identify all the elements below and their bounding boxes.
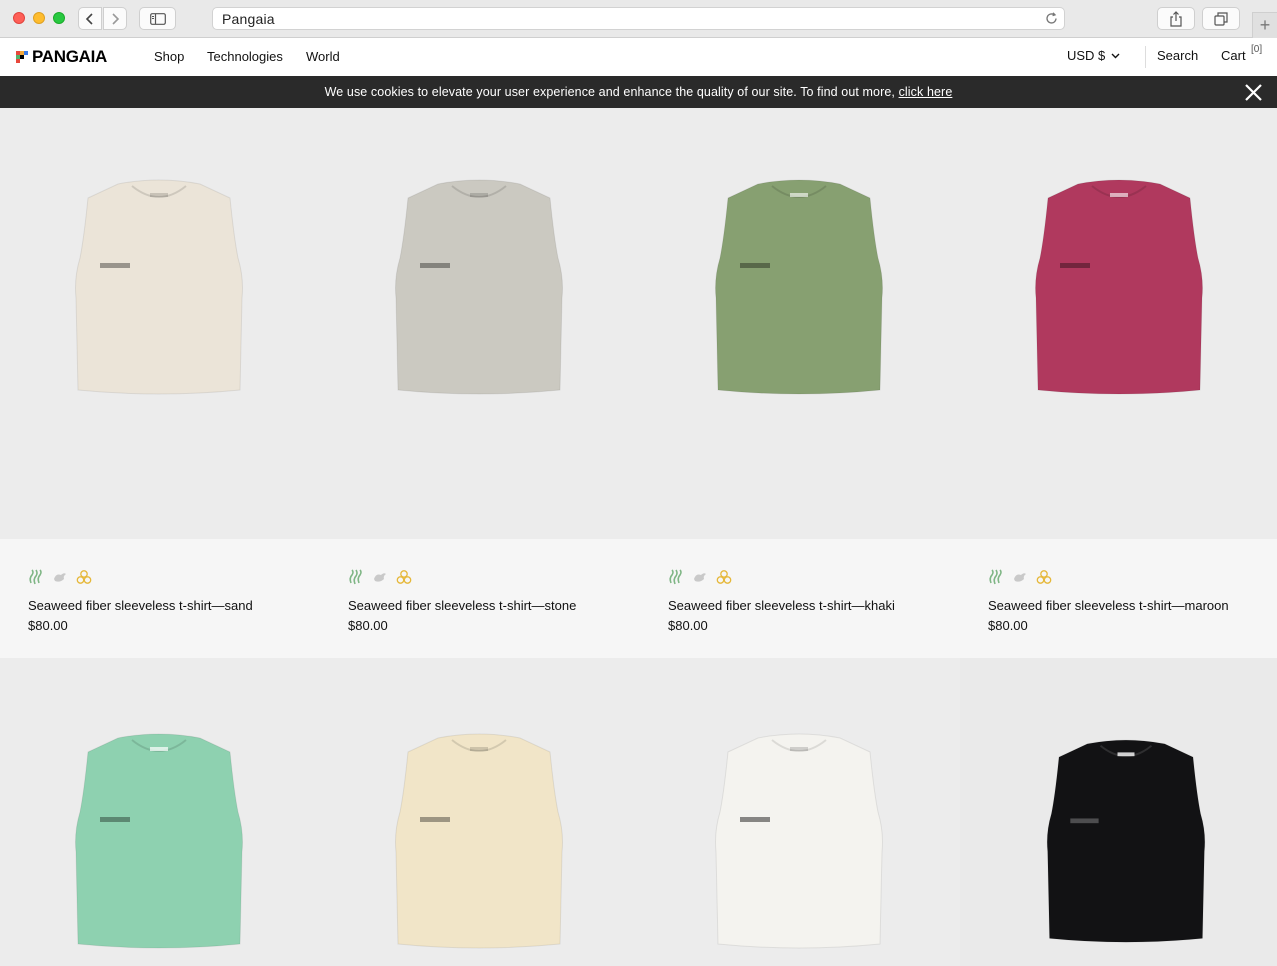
bird-icon	[694, 573, 706, 582]
product-image[interactable]	[320, 108, 640, 539]
product-image[interactable]	[0, 658, 320, 966]
tshirt-image	[75, 179, 243, 395]
logo-mark-icon	[16, 51, 28, 63]
nav-shop[interactable]: Shop	[154, 49, 184, 64]
bird-icon	[1014, 573, 1026, 582]
cookie-text: We use cookies to elevate your user expe…	[324, 85, 899, 99]
search-link[interactable]: Search	[1157, 48, 1198, 63]
product-price: $80.00	[988, 618, 1028, 633]
product-grid-row-1: Seaweed fiber sleeveless t-shirt—sand $8…	[0, 108, 1277, 658]
cart-count: [0]	[1251, 44, 1263, 55]
chevron-down-icon	[1111, 53, 1120, 58]
product-image[interactable]	[320, 658, 640, 966]
tshirt-image	[715, 179, 883, 395]
material-badges	[348, 569, 412, 585]
product-info: Seaweed fiber sleeveless t-shirt—stone $…	[320, 539, 640, 658]
tab-overview-button[interactable]	[1202, 7, 1240, 30]
seaweed-icon	[29, 569, 42, 585]
cookie-banner: We use cookies to elevate your user expe…	[0, 76, 1277, 108]
close-window-button[interactable]	[13, 12, 25, 24]
product-grid-row-2	[0, 658, 1277, 966]
molecule-icon	[1036, 570, 1052, 584]
plus-icon: +	[1259, 15, 1271, 35]
molecule-icon	[716, 570, 732, 584]
back-button[interactable]	[78, 7, 102, 30]
chevron-right-icon	[112, 12, 120, 25]
seaweed-icon	[669, 569, 682, 585]
product-name[interactable]: Seaweed fiber sleeveless t-shirt—maroon	[988, 598, 1229, 613]
tshirt-image	[1035, 179, 1203, 395]
currency-selector[interactable]: USD $	[1067, 48, 1120, 63]
seaweed-icon	[349, 569, 362, 585]
product-image[interactable]	[640, 658, 960, 966]
nav-world[interactable]: World	[306, 49, 340, 64]
bird-icon	[54, 573, 66, 582]
product-image[interactable]	[960, 658, 1277, 966]
product-info: Seaweed fiber sleeveless t-shirt—khaki $…	[640, 539, 960, 658]
new-tab-button[interactable]: +	[1252, 12, 1277, 38]
tabs-icon	[1214, 11, 1228, 26]
cookie-link[interactable]: click here	[899, 85, 953, 99]
tshirt-image	[1046, 739, 1206, 943]
close-icon[interactable]	[1244, 83, 1263, 102]
forward-button[interactable]	[103, 7, 127, 30]
bird-icon	[374, 573, 386, 582]
molecule-icon	[396, 570, 412, 584]
material-badges	[988, 569, 1052, 585]
minimize-window-button[interactable]	[33, 12, 45, 24]
tshirt-image	[395, 733, 563, 949]
share-button[interactable]	[1157, 7, 1195, 30]
product-name[interactable]: Seaweed fiber sleeveless t-shirt—sand	[28, 598, 253, 613]
product-info: Seaweed fiber sleeveless t-shirt—sand $8…	[0, 539, 320, 658]
product-info: Seaweed fiber sleeveless t-shirt—maroon …	[960, 539, 1277, 658]
sidebar-icon	[149, 12, 166, 25]
product-image[interactable]	[960, 108, 1277, 539]
logo[interactable]: PANGAIA	[16, 47, 107, 67]
reload-icon[interactable]	[1044, 11, 1059, 26]
zoom-window-button[interactable]	[53, 12, 65, 24]
tshirt-image	[75, 733, 243, 949]
tshirt-image	[395, 179, 563, 395]
cart-link[interactable]: Cart	[1221, 48, 1246, 63]
cookie-message: We use cookies to elevate your user expe…	[0, 85, 1277, 99]
share-icon	[1170, 10, 1182, 27]
product-price: $80.00	[348, 618, 388, 633]
molecule-icon	[76, 570, 92, 584]
address-bar[interactable]: Pangaia	[212, 7, 1065, 30]
material-badges	[28, 569, 92, 585]
tshirt-image	[715, 733, 883, 949]
product-name[interactable]: Seaweed fiber sleeveless t-shirt—khaki	[668, 598, 895, 613]
sidebar-toggle-button[interactable]	[139, 7, 176, 30]
product-price: $80.00	[668, 618, 708, 633]
material-badges	[668, 569, 732, 585]
browser-toolbar: Pangaia +	[0, 0, 1277, 38]
seaweed-icon	[989, 569, 1002, 585]
logo-text: PANGAIA	[32, 47, 108, 66]
header-divider	[1145, 46, 1146, 68]
chevron-left-icon	[85, 12, 93, 25]
product-image[interactable]	[0, 108, 320, 539]
product-price: $80.00	[28, 618, 68, 633]
nav-technologies[interactable]: Technologies	[207, 49, 283, 64]
currency-label: USD $	[1067, 48, 1106, 63]
product-name[interactable]: Seaweed fiber sleeveless t-shirt—stone	[348, 598, 576, 613]
address-bar-text: Pangaia	[222, 11, 275, 27]
product-image[interactable]	[640, 108, 960, 539]
site-header: PANGAIA Shop Technologies World USD $ Se…	[0, 38, 1277, 76]
